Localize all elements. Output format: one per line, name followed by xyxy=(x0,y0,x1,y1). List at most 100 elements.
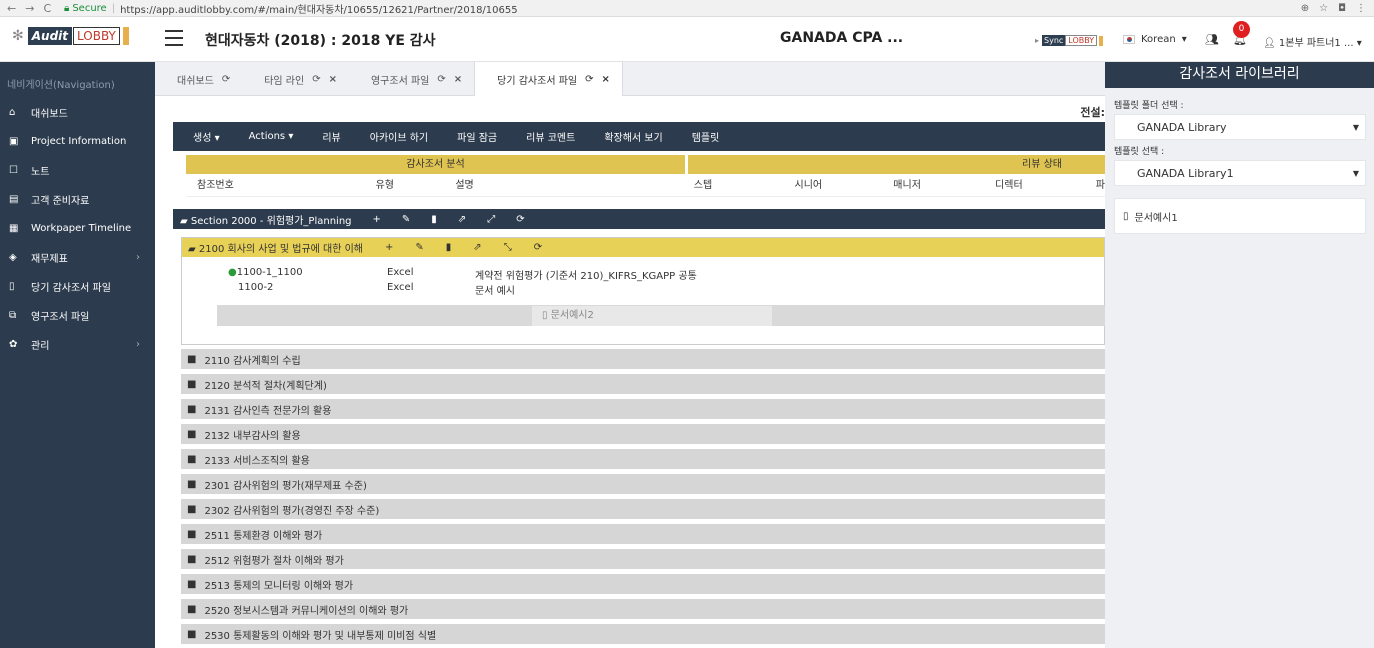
refresh-icon[interactable]: ⟳ xyxy=(312,74,320,85)
file-icon[interactable]: ▮ xyxy=(431,214,437,225)
language-select[interactable]: Korean ▾ xyxy=(1123,34,1187,45)
file-ref: 1100-2 xyxy=(238,282,274,293)
sync-arrow-icon: ▸ xyxy=(1035,36,1040,45)
add-icon[interactable]: + xyxy=(373,214,381,225)
sidebar-item-admin[interactable]: ✿ 관리 › xyxy=(0,330,155,359)
logo-audit: Audit xyxy=(27,27,73,45)
tab-timeline[interactable]: 타임 라인 ⟳ × xyxy=(242,62,349,96)
url-separator: | xyxy=(111,2,116,14)
tab-label: 당기 감사조서 파일 xyxy=(497,75,578,87)
refresh-icon[interactable]: ⟳ xyxy=(534,242,542,253)
folder-row[interactable]: ■ 2513 통제의 모니터링 이해와 평가 xyxy=(181,574,1105,594)
folder-row[interactable]: ■ 2131 감사인측 전문가의 활용 xyxy=(181,399,1105,419)
sidebar-item-current-workpapers[interactable]: ▯ 당기 감사조서 파일 xyxy=(0,272,155,301)
table-row[interactable]: ●1100-1_1100 Excel 계약전 위험평가 (기준서 210)_KI… xyxy=(228,267,697,282)
menu-create[interactable]: 생성 ▾ xyxy=(193,129,220,144)
folder-row[interactable]: ■ 2133 서비스조직의 활용 xyxy=(181,449,1105,469)
sync-lobby-button[interactable]: ▸ Sync LOBBY xyxy=(1035,35,1104,46)
library-document-item[interactable]: ▯ 문서예시1 xyxy=(1114,198,1366,234)
file-type: Excel xyxy=(387,267,414,278)
sidebar-item-label: 영구조서 파일 xyxy=(31,312,90,323)
forward-icon[interactable]: → xyxy=(25,2,34,15)
folder-label: 2511 통제환경 이해와 평가 xyxy=(204,530,323,542)
sidebar-item-project-information[interactable]: ▣ Project Information xyxy=(0,127,155,156)
menu-review[interactable]: 리뷰 xyxy=(322,129,340,144)
tab-dashboard[interactable]: 대쉬보드 ⟳ xyxy=(155,62,242,96)
refresh-icon[interactable]: ⟳ xyxy=(516,214,524,225)
user-menu[interactable]: 👤︎ 1본부 파트너1 ... ▾ xyxy=(1263,34,1362,49)
add-icon[interactable]: + xyxy=(385,242,393,253)
tab-current-workpapers[interactable]: 당기 감사조서 파일 ⟳ × xyxy=(474,62,623,96)
folder-row[interactable]: ■ 2511 통제환경 이해와 평가 xyxy=(181,524,1105,544)
refresh-icon[interactable]: ⟳ xyxy=(437,74,445,85)
folder-icon: ■ xyxy=(187,578,197,590)
folder-row[interactable]: ■ 2302 감사위험의 평가(경영진 주장 수준) xyxy=(181,499,1105,519)
menu-file-lock[interactable]: 파일 잠금 xyxy=(457,129,497,144)
share-icon[interactable]: ⇗ xyxy=(473,242,481,253)
sidebar-item-financial-statements[interactable]: ◈ 재무제표 › xyxy=(0,243,155,272)
close-icon[interactable]: × xyxy=(329,74,337,85)
users-icon[interactable]: 👥︎ xyxy=(1205,33,1219,46)
hamburger-menu-icon[interactable] xyxy=(165,30,183,51)
sidebar-item-label: 관리 xyxy=(31,341,50,352)
document-icon: ▯ xyxy=(1123,210,1129,222)
camera-icon[interactable]: ◘ xyxy=(1338,3,1346,14)
sidebar-item-client-materials[interactable]: ▤ 고객 준비자료 xyxy=(0,185,155,214)
back-icon[interactable]: ← xyxy=(7,2,16,15)
edit-icon[interactable]: ✎ xyxy=(402,214,410,225)
tab-label: 대쉬보드 xyxy=(177,75,214,87)
folder-row[interactable]: ■ 2530 통제활동의 이해와 평가 및 내부통제 미비점 식별 xyxy=(181,624,1105,644)
close-icon[interactable]: × xyxy=(602,74,610,85)
folder-row[interactable]: ■ 2520 정보시스템과 커뮤니케이션의 이해와 평가 xyxy=(181,599,1105,619)
share-icon[interactable]: ⇗ xyxy=(458,214,466,225)
app-logo[interactable]: ✻ Audit LOBBY xyxy=(12,27,129,45)
template-select[interactable]: GANADA Library1 ▼ xyxy=(1114,160,1366,186)
zoom-icon[interactable]: ⊕ xyxy=(1301,3,1309,14)
group-header-analysis: 감사조서 분석 xyxy=(186,155,685,174)
legend-label: 전설: xyxy=(1080,106,1105,119)
collapse-icon[interactable]: ⤡ xyxy=(504,242,512,253)
refresh-icon[interactable]: ⟳ xyxy=(222,74,230,85)
reload-icon[interactable]: C xyxy=(43,2,51,15)
close-icon[interactable]: × xyxy=(454,74,462,85)
folder-row[interactable]: ■ 2512 위험평가 절차 이해와 평가 xyxy=(181,549,1105,569)
chevron-down-icon: ▾ xyxy=(1181,34,1187,45)
refresh-icon[interactable]: ⟳ xyxy=(585,74,593,85)
table-row[interactable]: 1100-2 Excel 문서 예시 xyxy=(238,282,515,297)
column-partner: 파 xyxy=(1095,180,1105,191)
sidebar-item-notes[interactable]: ☐ 노트 xyxy=(0,156,155,185)
file-icon[interactable]: ▮ xyxy=(446,242,452,253)
project-title: 현대자동차 (2018) : 2018 YE 감사 xyxy=(205,33,436,49)
browser-nav: ← → C xyxy=(0,2,60,15)
address-bar[interactable]: https://app.auditlobby.com/#/main/현대자동차/… xyxy=(120,1,518,16)
menu-actions[interactable]: Actions ▾ xyxy=(249,131,294,142)
browser-actions: ⊕ ☆ ◘ ⋮ xyxy=(1301,3,1366,14)
sidebar-item-permanent-files[interactable]: ⧉ 영구조서 파일 xyxy=(0,301,155,330)
logo-lobby: LOBBY xyxy=(73,27,120,45)
sidebar-item-dashboard[interactable]: ⌂ 대쉬보드 xyxy=(0,98,155,127)
subsection-box: ▰ 2100 회사의 사업 및 법규에 대한 이해 + ✎ ▮ ⇗ ⤡ ⟳ ●1… xyxy=(181,237,1106,345)
lock-icon: 🔒︎ xyxy=(64,2,70,14)
menu-icon[interactable]: ⋮ xyxy=(1356,3,1366,14)
menu-expand-view[interactable]: 확장해서 보기 xyxy=(604,129,662,144)
folder-icon: ■ xyxy=(187,453,197,465)
folder-row[interactable]: ■ 2132 내부감사의 활용 xyxy=(181,424,1105,444)
sidebar-item-workpaper-timeline[interactable]: ▦ Workpaper Timeline xyxy=(0,214,155,243)
sidebar-item-label: 노트 xyxy=(31,167,50,178)
folder-row[interactable]: ■ 2110 감사계획의 수립 xyxy=(181,349,1105,369)
section-header[interactable]: ▰ Section 2000 - 위험평가_Planning + ✎ ▮ ⇗ ⤢… xyxy=(173,209,1105,229)
star-icon[interactable]: ☆ xyxy=(1319,3,1328,14)
menu-review-comment[interactable]: 리뷰 코멘트 xyxy=(526,129,575,144)
folder-row[interactable]: ■ 2301 감사위험의 평가(재무제표 수준) xyxy=(181,474,1105,494)
template-folder-select[interactable]: GANADA Library ▼ xyxy=(1114,114,1366,140)
tab-permanent-files[interactable]: 영구조서 파일 ⟳ × xyxy=(349,62,474,96)
file-type: Excel xyxy=(387,282,414,293)
menu-archive[interactable]: 아카이브 하기 xyxy=(370,129,428,144)
folder-row[interactable]: ■ 2120 분석적 절차(계획단계) xyxy=(181,374,1105,394)
subsection-header[interactable]: ▰ 2100 회사의 사업 및 법규에 대한 이해 + ✎ ▮ ⇗ ⤡ ⟳ xyxy=(182,238,1104,257)
edit-icon[interactable]: ✎ xyxy=(415,242,423,253)
expand-icon[interactable]: ⤢ xyxy=(487,214,495,225)
logo-bar xyxy=(122,27,129,45)
menu-template[interactable]: 템플릿 xyxy=(692,129,720,144)
column-director: 디렉터 xyxy=(995,180,1023,191)
